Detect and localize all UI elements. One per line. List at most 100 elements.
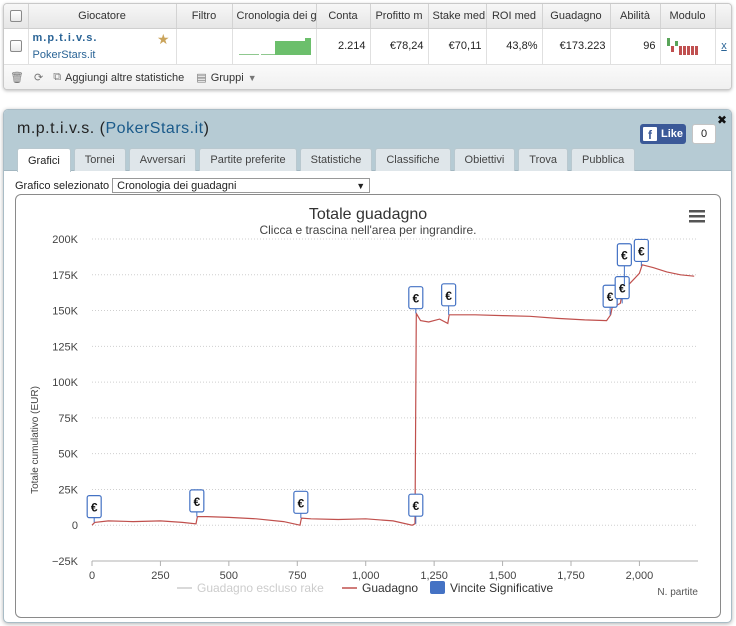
legend-label: Guadagno escluso rake bbox=[197, 581, 324, 595]
flag-label: € bbox=[297, 496, 304, 510]
tab-avversari[interactable]: Avversari bbox=[128, 148, 197, 171]
player-name-link[interactable]: m.p.t.i.v.s. bbox=[33, 32, 172, 44]
legend-item-guadagno-escluso-rake[interactable]: Guadagno escluso rake bbox=[177, 581, 324, 595]
player-room-link[interactable]: PokerStars.it bbox=[33, 49, 172, 61]
tab-statistiche[interactable]: Statistiche bbox=[299, 148, 373, 171]
history-sparkline-cell[interactable] bbox=[232, 28, 317, 65]
remove-row-link[interactable]: x bbox=[721, 40, 727, 52]
table-row[interactable]: m.p.t.i.v.s. PokerStars.it ★ 2.214 €78,2… bbox=[4, 28, 731, 65]
tab-grafici[interactable]: Grafici bbox=[17, 148, 71, 172]
remove-cell: x bbox=[715, 28, 731, 65]
avg-stake-cell: €70,11 bbox=[428, 28, 487, 65]
chart-subtitle: Clicca e trascina nell'area per ingrandi… bbox=[259, 223, 476, 237]
chart-selector-label: Grafico selezionato bbox=[15, 179, 110, 192]
form-bar bbox=[682, 45, 686, 55]
column-header-form[interactable]: Modulo bbox=[660, 4, 716, 29]
refresh-icon[interactable]: ⟳ bbox=[34, 71, 43, 84]
y-tick-label: −25K bbox=[52, 556, 79, 568]
tab-obiettivi[interactable]: Obiettivi bbox=[453, 148, 516, 171]
y-tick-label: 175K bbox=[52, 270, 78, 282]
trash-icon[interactable]: 🗑 bbox=[10, 71, 24, 84]
chart-frame: Totale guadagno Clicca e trascina nell'a… bbox=[15, 194, 721, 618]
y-tick-label: 100K bbox=[52, 377, 78, 389]
form-bar bbox=[670, 45, 674, 52]
x-tick-label: 1,250 bbox=[420, 570, 448, 582]
y-axis-label: Totale cumulativo (EUR) bbox=[30, 386, 41, 494]
y-tick-label: 200K bbox=[52, 234, 78, 246]
groups-dropdown[interactable]: ▤ Gruppi ▼ bbox=[196, 71, 257, 85]
x-tick-label: 250 bbox=[151, 570, 169, 582]
results-table-panel: Giocatore Filtro Cronologia dei g Conta … bbox=[3, 3, 732, 90]
x-tick-label: 0 bbox=[89, 570, 95, 582]
favorite-star-icon[interactable]: ★ bbox=[157, 31, 170, 48]
avg-profit-cell: €78,24 bbox=[370, 28, 429, 65]
column-header-filter[interactable]: Filtro bbox=[176, 4, 233, 29]
row-checkbox[interactable] bbox=[9, 40, 22, 53]
legend-item-vincite-significative[interactable]: Vincite Significative bbox=[430, 581, 553, 595]
close-icon[interactable]: ✖ bbox=[717, 113, 727, 127]
count-cell: 2.214 bbox=[316, 28, 371, 65]
winnings-cell: €173.223 bbox=[542, 28, 611, 65]
significant-win-flag[interactable]: € bbox=[408, 286, 424, 314]
y-tick-label: 0 bbox=[72, 520, 78, 532]
significant-win-flag[interactable]: € bbox=[293, 490, 309, 519]
flag-label: € bbox=[412, 499, 419, 513]
x-tick-label: 2,000 bbox=[626, 570, 654, 582]
column-header-winnings[interactable]: Guadagno bbox=[542, 4, 611, 29]
y-tick-label: 50K bbox=[58, 449, 78, 461]
chart-select[interactable]: Cronologia dei guadagni ▼ bbox=[112, 178, 371, 193]
add-stats-label: Aggiungi altre statistiche bbox=[65, 71, 185, 84]
significant-win-flag[interactable]: € bbox=[189, 489, 205, 517]
tab-tornei[interactable]: Tornei bbox=[73, 148, 126, 171]
column-header-ability[interactable]: Abilità bbox=[610, 4, 661, 29]
winnings-chart[interactable]: Totale guadagno Clicca e trascina nell'a… bbox=[16, 195, 721, 618]
chevron-down-icon: ▼ bbox=[356, 180, 366, 191]
significant-win-flag[interactable]: € bbox=[408, 493, 424, 524]
column-header-history[interactable]: Cronologia dei g bbox=[232, 4, 317, 29]
legend-label: Vincite Significative bbox=[450, 581, 553, 595]
player-cell: m.p.t.i.v.s. PokerStars.it ★ bbox=[28, 28, 177, 65]
column-header-avg-stake[interactable]: Stake med bbox=[428, 4, 487, 29]
tab-partite-preferite[interactable]: Partite preferite bbox=[199, 148, 297, 171]
tab-trova[interactable]: Trova bbox=[518, 148, 569, 171]
like-label: Like bbox=[661, 128, 684, 140]
panel-site-link[interactable]: PokerStars.it bbox=[106, 120, 204, 137]
chevron-down-icon: ▼ bbox=[247, 72, 257, 83]
groups-icon: ▤ bbox=[196, 72, 207, 84]
significant-win-flag[interactable]: € bbox=[86, 495, 102, 523]
column-header-player[interactable]: Giocatore bbox=[28, 4, 177, 29]
select-all-cell bbox=[4, 4, 29, 29]
like-count: 0 bbox=[692, 124, 716, 144]
sparkline-segment bbox=[260, 53, 275, 55]
flag-label: € bbox=[445, 289, 452, 303]
flag-label: € bbox=[638, 244, 645, 258]
tab-pubblica[interactable]: Pubblica bbox=[571, 148, 636, 171]
chart-menu-icon[interactable] bbox=[689, 210, 705, 223]
panel-header: m.p.t.i.v.s. (PokerStars.it) f Like 0 Gr… bbox=[4, 110, 731, 172]
significant-wins-flags: € € € €€ € €€€ € bbox=[86, 238, 649, 524]
sparkline-segment bbox=[274, 40, 305, 55]
column-header-avg-profit[interactable]: Profitto m bbox=[370, 4, 429, 29]
menu-line bbox=[689, 215, 705, 218]
history-sparkline bbox=[238, 37, 311, 55]
column-header-avg-roi[interactable]: ROI med bbox=[486, 4, 543, 29]
form-bar bbox=[674, 40, 678, 46]
significant-win-flag[interactable]: € bbox=[633, 238, 649, 267]
legend-item-guadagno[interactable]: Guadagno bbox=[342, 581, 418, 595]
form-bar bbox=[690, 45, 694, 55]
flag-label: € bbox=[193, 495, 200, 509]
add-stats-button[interactable]: ⧉ Aggiungi altre statistiche bbox=[53, 71, 184, 84]
column-header-count[interactable]: Conta bbox=[316, 4, 371, 29]
flag-label: € bbox=[607, 290, 614, 304]
table-header-row: Giocatore Filtro Cronologia dei g Conta … bbox=[4, 4, 731, 29]
table-toolbar: 🗑 ⟳ ⧉ Aggiungi altre statistiche ▤ Grupp… bbox=[4, 64, 731, 89]
facebook-like-button[interactable]: f Like bbox=[640, 124, 686, 144]
x-axis-label: N. partite bbox=[657, 587, 698, 598]
avg-roi-cell: 43,8% bbox=[486, 28, 543, 65]
flag-label: € bbox=[91, 501, 98, 515]
tab-classifiche[interactable]: Classifiche bbox=[375, 148, 451, 171]
chart-legend: Guadagno escluso rake Guadagno Vincite S… bbox=[177, 581, 553, 595]
row-select-cell bbox=[4, 28, 29, 65]
select-all-checkbox[interactable] bbox=[9, 9, 22, 22]
sparkline-segment bbox=[304, 37, 311, 55]
